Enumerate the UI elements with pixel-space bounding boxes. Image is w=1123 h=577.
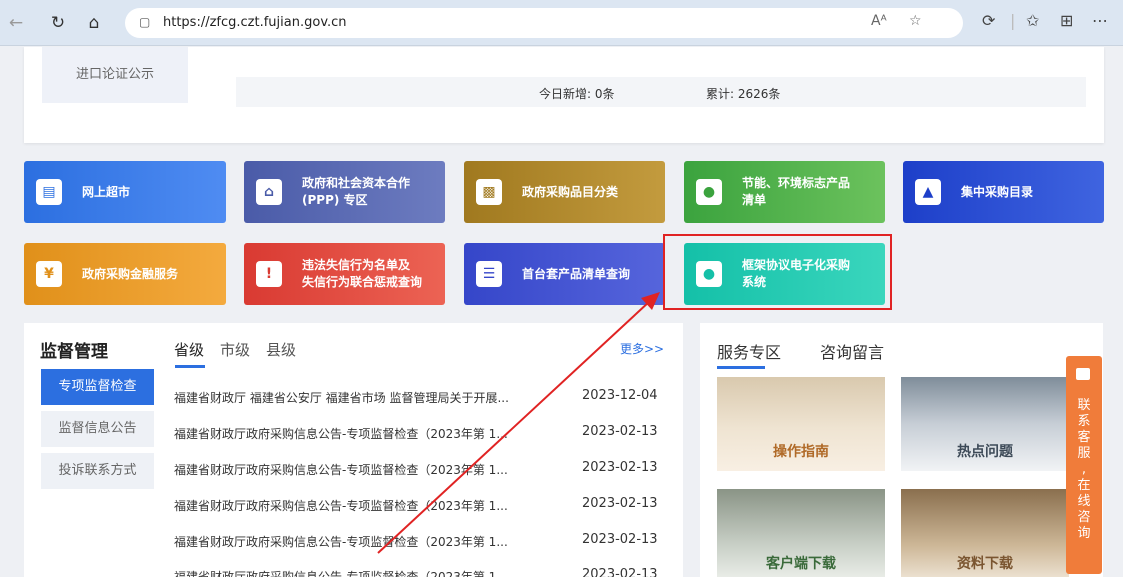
news-item-title[interactable]: 福建省财政厅政府采购信息公告-专项监督检查（2023年第 1... [174, 568, 508, 577]
card-operation-guide[interactable]: 操作指南 [717, 377, 885, 471]
back-icon[interactable]: ← [4, 11, 28, 35]
section-title: 监督管理 [40, 342, 108, 362]
tab-province[interactable]: 省级 [174, 339, 204, 360]
news-item-title[interactable]: 福建省财政厅政府采购信息公告-专项监督检查（2023年第 1... [174, 497, 508, 514]
favorite-star-icon[interactable]: ☆ [909, 13, 922, 29]
news-item-date: 2023-02-13 [582, 496, 658, 511]
tile-label: 首台套产品清单查询 [522, 266, 631, 281]
url-text[interactable]: https://zfcg.czt.fujian.gov.cn [163, 15, 347, 30]
more-link[interactable]: 更多>> [620, 340, 664, 357]
news-item-date: 2023-02-13 [582, 424, 658, 439]
tile-dishonesty-list[interactable]: ! 违法失信行为名单及 失信行为联合惩戒查询 [244, 243, 445, 305]
toolbar-divider: | [1010, 11, 1016, 30]
side-special-inspection[interactable]: 专项监督检查 [41, 369, 154, 405]
refresh-icon[interactable]: ↻ [46, 11, 70, 35]
tile-label: 政府和社会资本合作 (PPP) 专区 [302, 176, 411, 207]
clipboard-icon: ☰ [476, 261, 502, 287]
tile-first-set-products[interactable]: ☰ 首台套产品清单查询 [464, 243, 665, 305]
highlight-box [663, 234, 892, 310]
import-demo-button[interactable]: 进口论证公示 [42, 47, 188, 103]
side-complaint-contact[interactable]: 投诉联系方式 [41, 453, 154, 489]
tab-service-zone[interactable]: 服务专区 [717, 339, 781, 363]
folder-icon: ▩ [476, 179, 502, 205]
tile-online-supermarket[interactable]: ▤ 网上超市 [24, 161, 226, 223]
more-menu-icon[interactable]: ⋯ [1092, 11, 1108, 30]
finance-icon: ¥ [36, 261, 62, 287]
tile-label: 集中采购目录 [961, 184, 1034, 199]
tile-catalog-classification[interactable]: ▩ 政府采购品目分类 [464, 161, 665, 223]
tab-underline [175, 365, 205, 368]
tile-ppp[interactable]: ⌂ 政府和社会资本合作 (PPP) 专区 [244, 161, 445, 223]
tile-label: 政府采购金融服务 [82, 266, 179, 281]
collections-icon[interactable]: ⊞ [1060, 11, 1073, 30]
bank-icon: ⌂ [256, 179, 282, 205]
card-material-download[interactable]: 资料下载 [901, 489, 1069, 577]
warning-icon: ! [256, 261, 282, 287]
store-icon: ▤ [36, 179, 62, 205]
home-icon[interactable]: ⌂ [82, 11, 106, 35]
news-item-title[interactable]: 福建省财政厅政府采购信息公告-专项监督检查（2023年第 1... [174, 425, 508, 442]
side-info-announcement[interactable]: 监督信息公告 [41, 411, 154, 447]
chat-icon [1076, 368, 1090, 380]
card-label: 热点问题 [957, 444, 1013, 460]
tab-underline [717, 366, 765, 369]
tile-label: 网上超市 [82, 184, 131, 199]
tile-label: 违法失信行为名单及 失信行为联合惩戒查询 [302, 258, 423, 289]
news-item-title[interactable]: 福建省财政厅政府采购信息公告-专项监督检查（2023年第 1... [174, 461, 508, 478]
stats-bar: 今日新增: 0条 累计: 2626条 [236, 77, 1086, 107]
card-client-download[interactable]: 客户端下载 [717, 489, 885, 577]
page-content: 进口论证公示 今日新增: 0条 累计: 2626条 ▤ 网上超市 ⌂ 政府和社会… [0, 47, 1123, 577]
tab-city[interactable]: 市级 [220, 339, 250, 360]
read-aloud-icon[interactable]: Aᴬ [871, 13, 887, 29]
browser-toolbar: ← ↻ ⌂ ▢ https://zfcg.czt.fujian.gov.cn A… [0, 0, 1123, 46]
tile-finance-service[interactable]: ¥ 政府采购金融服务 [24, 243, 226, 305]
tile-energy-saving[interactable]: ● 节能、环境标志产品 清单 [684, 161, 885, 223]
tab-consult-message[interactable]: 咨询留言 [820, 339, 884, 363]
graduation-cap-icon: ▲ [915, 179, 941, 205]
tile-central-catalog[interactable]: ▲ 集中采购目录 [903, 161, 1104, 223]
card-hot-topics[interactable]: 热点问题 [901, 377, 1069, 471]
customer-service-label: 联系客服,在线咨询 [1077, 398, 1091, 541]
news-item-title[interactable]: 福建省财政厅 福建省公安厅 福建省市场 监督管理局关于开展... [174, 389, 509, 406]
card-label: 操作指南 [773, 444, 829, 460]
today-new-count: 今日新增: 0条 [539, 87, 615, 101]
favorites-icon[interactable]: ✩ [1026, 11, 1039, 30]
news-item-date: 2023-02-13 [582, 532, 658, 547]
news-item-date: 2023-12-04 [582, 388, 658, 403]
tile-label: 节能、环境标志产品 清单 [742, 176, 851, 207]
total-count: 累计: 2626条 [706, 87, 781, 101]
news-item-date: 2023-02-13 [582, 460, 658, 475]
announcement-panel: 进口论证公示 今日新增: 0条 累计: 2626条 [24, 47, 1104, 143]
card-label: 资料下载 [957, 556, 1013, 572]
extension-icon[interactable]: ⟳ [982, 11, 995, 30]
bulb-icon: ● [696, 179, 722, 205]
tile-label: 政府采购品目分类 [522, 184, 619, 199]
lock-icon: ▢ [139, 15, 151, 29]
news-item-date: 2023-02-13 [582, 567, 658, 577]
news-item-title[interactable]: 福建省财政厅政府采购信息公告-专项监督检查（2023年第 1... [174, 533, 508, 550]
address-bar[interactable]: ▢ https://zfcg.czt.fujian.gov.cn Aᴬ ☆ [125, 8, 963, 38]
tab-county[interactable]: 县级 [266, 339, 296, 360]
supervision-panel: 监督管理 省级 市级 县级 更多>> 专项监督检查 监督信息公告 投诉联系方式 … [24, 323, 683, 577]
service-panel: 服务专区 咨询留言 操作指南 热点问题 客户端下载 资料下载 [700, 323, 1103, 577]
customer-service-float[interactable]: 联系客服,在线咨询 [1066, 356, 1102, 574]
card-label: 客户端下载 [766, 556, 836, 572]
